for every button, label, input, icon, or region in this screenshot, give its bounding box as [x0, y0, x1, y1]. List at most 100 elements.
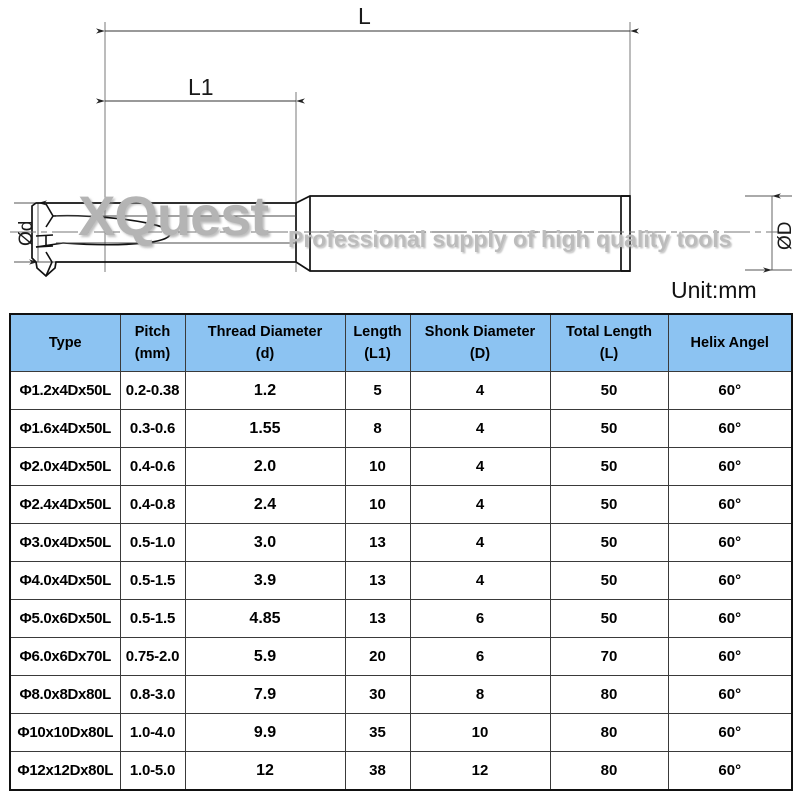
- table-row: Φ1.6x4Dx50L 0.3-0.6 1.55 8 4 50 60°: [9, 409, 793, 448]
- cell-helix-angle: 60°: [667, 523, 793, 562]
- cell-type: Φ3.0x4Dx50L: [9, 523, 121, 562]
- cell-type: Φ8.0x8Dx80L: [9, 675, 121, 714]
- cell-thread-diameter: 1.2: [184, 371, 346, 410]
- cell-thread-diameter: 7.9: [184, 675, 346, 714]
- cell-total-length: 80: [549, 713, 669, 752]
- cell-shank-diameter: 6: [409, 637, 551, 676]
- cell-length-l1: 35: [344, 713, 411, 752]
- cell-pitch: 0.4-0.6: [119, 447, 186, 486]
- cell-shank-diameter: 4: [409, 371, 551, 410]
- cell-length-l1: 30: [344, 675, 411, 714]
- cell-pitch: 0.4-0.8: [119, 485, 186, 524]
- cell-length-l1: 10: [344, 485, 411, 524]
- cell-total-length: 50: [549, 523, 669, 562]
- table-row: Φ2.0x4Dx50L 0.4-0.6 2.0 10 4 50 60°: [9, 447, 793, 486]
- cell-shank-diameter: 4: [409, 561, 551, 600]
- cell-total-length: 50: [549, 599, 669, 638]
- dimension-label-thread-length: L1: [188, 74, 214, 100]
- cell-total-length: 50: [549, 447, 669, 486]
- cell-shank-diameter: 10: [409, 713, 551, 752]
- table-row: Φ10x10Dx80L 1.0-4.0 9.9 35 10 80 60°: [9, 713, 793, 752]
- column-header-pitch: Pitch (mm): [119, 313, 186, 372]
- cell-length-l1: 5: [344, 371, 411, 410]
- table-row: Φ3.0x4Dx50L 0.5-1.0 3.0 13 4 50 60°: [9, 523, 793, 562]
- cell-pitch: 0.5-1.0: [119, 523, 186, 562]
- cell-length-l1: 8: [344, 409, 411, 448]
- cell-thread-diameter: 5.9: [184, 637, 346, 676]
- cell-shank-diameter: 6: [409, 599, 551, 638]
- tool-body-outline: [31, 195, 631, 278]
- cell-type: Φ4.0x4Dx50L: [9, 561, 121, 600]
- cell-pitch: 0.2-0.38: [119, 371, 186, 410]
- dimension-label-thread-diameter: Ød: [16, 220, 37, 246]
- table-row: Φ12x12Dx80L 1.0-5.0 12 38 12 80 60°: [9, 751, 793, 791]
- cell-helix-angle: 60°: [667, 675, 793, 714]
- cell-thread-diameter: 1.55: [184, 409, 346, 448]
- cell-pitch: 0.75-2.0: [119, 637, 186, 676]
- table-row: Φ4.0x4Dx50L 0.5-1.5 3.9 13 4 50 60°: [9, 561, 793, 600]
- table-row: Φ2.4x4Dx50L 0.4-0.8 2.4 10 4 50 60°: [9, 485, 793, 524]
- cell-length-l1: 38: [344, 751, 411, 791]
- unit-note: Unit:mm: [671, 277, 757, 303]
- thread-mill-drawing-svg: [10, 22, 792, 278]
- column-header-total-length: Total Length (L): [549, 313, 669, 372]
- cell-total-length: 50: [549, 485, 669, 524]
- cell-length-l1: 10: [344, 447, 411, 486]
- table-header-row: Type Pitch (mm) Thread Diameter (d) Leng…: [9, 313, 793, 372]
- cell-type: Φ1.2x4Dx50L: [9, 371, 121, 410]
- cell-length-l1: 13: [344, 599, 411, 638]
- table-row: Φ5.0x6Dx50L 0.5-1.5 4.85 13 6 50 60°: [9, 599, 793, 638]
- dimension-label-overall-length: L: [358, 3, 371, 29]
- cell-helix-angle: 60°: [667, 751, 793, 791]
- cell-shank-diameter: 4: [409, 485, 551, 524]
- technical-drawing: XQuest Professional supply of high quali…: [0, 0, 800, 308]
- cell-helix-angle: 60°: [667, 561, 793, 600]
- table-row: Φ8.0x8Dx80L 0.8-3.0 7.9 30 8 80 60°: [9, 675, 793, 714]
- cell-type: Φ2.0x4Dx50L: [9, 447, 121, 486]
- cell-shank-diameter: 4: [409, 409, 551, 448]
- cell-total-length: 50: [549, 561, 669, 600]
- cell-total-length: 50: [549, 409, 669, 448]
- cell-shank-diameter: 12: [409, 751, 551, 791]
- cell-thread-diameter: 3.9: [184, 561, 346, 600]
- cell-total-length: 80: [549, 751, 669, 791]
- cell-thread-diameter: 2.4: [184, 485, 346, 524]
- cell-helix-angle: 60°: [667, 599, 793, 638]
- cell-type: Φ12x12Dx80L: [9, 751, 121, 791]
- cell-pitch: 0.3-0.6: [119, 409, 186, 448]
- cell-helix-angle: 60°: [667, 371, 793, 410]
- cell-helix-angle: 60°: [667, 637, 793, 676]
- table-row: Φ1.2x4Dx50L 0.2-0.38 1.2 5 4 50 60°: [9, 371, 793, 410]
- cell-length-l1: 20: [344, 637, 411, 676]
- dimension-label-shank-diameter: ØD: [775, 221, 796, 251]
- specification-table-container: Type Pitch (mm) Thread Diameter (d) Leng…: [9, 313, 793, 791]
- cell-helix-angle: 60°: [667, 447, 793, 486]
- cell-type: Φ10x10Dx80L: [9, 713, 121, 752]
- cell-helix-angle: 60°: [667, 485, 793, 524]
- cell-helix-angle: 60°: [667, 713, 793, 752]
- specification-table: Type Pitch (mm) Thread Diameter (d) Leng…: [9, 313, 793, 791]
- cell-total-length: 50: [549, 371, 669, 410]
- cell-length-l1: 13: [344, 561, 411, 600]
- cell-pitch: 1.0-5.0: [119, 751, 186, 791]
- column-header-shank-diameter: Shonk Diameter (D): [409, 313, 551, 372]
- cell-type: Φ1.6x4Dx50L: [9, 409, 121, 448]
- cell-pitch: 0.8-3.0: [119, 675, 186, 714]
- cell-shank-diameter: 8: [409, 675, 551, 714]
- cell-total-length: 80: [549, 675, 669, 714]
- column-header-length: Length (L1): [344, 313, 411, 372]
- cell-helix-angle: 60°: [667, 409, 793, 448]
- column-header-helix-angle: Helix Angel: [667, 313, 793, 372]
- cell-shank-diameter: 4: [409, 523, 551, 562]
- cell-thread-diameter: 4.85: [184, 599, 346, 638]
- column-header-type: Type: [9, 313, 121, 372]
- cell-length-l1: 13: [344, 523, 411, 562]
- cell-thread-diameter: 2.0: [184, 447, 346, 486]
- cell-thread-diameter: 12: [184, 751, 346, 791]
- cell-type: Φ6.0x6Dx70L: [9, 637, 121, 676]
- column-header-thread-diameter: Thread Diameter (d): [184, 313, 346, 372]
- cell-type: Φ5.0x6Dx50L: [9, 599, 121, 638]
- table-row: Φ6.0x6Dx70L 0.75-2.0 5.9 20 6 70 60°: [9, 637, 793, 676]
- cell-type: Φ2.4x4Dx50L: [9, 485, 121, 524]
- cell-thread-diameter: 3.0: [184, 523, 346, 562]
